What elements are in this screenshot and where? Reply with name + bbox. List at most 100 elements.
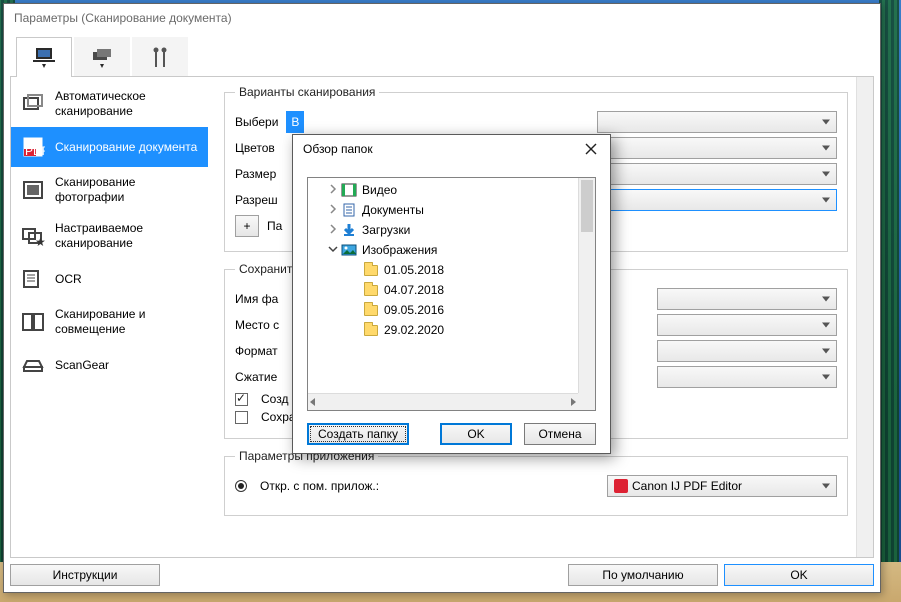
scanner-icon <box>21 353 45 377</box>
stitch-icon <box>21 310 45 334</box>
resolution-label: Разреш <box>235 193 278 207</box>
source-label: Выбери <box>235 115 278 129</box>
compress-combo[interactable] <box>657 366 837 388</box>
location-combo[interactable] <box>657 314 837 336</box>
dialog-ok-button[interactable]: OK <box>440 423 512 445</box>
tab-scan-from-computer[interactable] <box>16 37 72 77</box>
resolution-combo[interactable] <box>597 189 837 211</box>
sidebar-item-ocr[interactable]: OCR <box>11 259 208 299</box>
date-subfolder-checkbox[interactable] <box>235 411 248 424</box>
photo-icon <box>21 178 45 202</box>
sidebar-item-scangear[interactable]: ScanGear <box>11 345 208 385</box>
folder-icon <box>362 325 380 336</box>
processing-label: Па <box>267 219 282 233</box>
pdf-app-icon <box>614 479 628 493</box>
format-combo[interactable] <box>657 340 837 362</box>
video-icon <box>340 183 358 197</box>
window-title: Параметры (Сканирование документа) <box>14 11 232 25</box>
tree-horizontal-scrollbar[interactable] <box>308 393 578 410</box>
tree-node[interactable]: Видео <box>310 180 593 200</box>
laptop-icon <box>31 46 57 70</box>
create-subfolder-label: Созд <box>261 392 288 406</box>
content-scrollbar[interactable] <box>856 77 873 557</box>
sidebar-item-label: ScanGear <box>55 358 109 373</box>
open-with-combo[interactable]: Canon IJ PDF Editor <box>607 475 837 497</box>
tree-node[interactable]: 01.05.2018 <box>310 260 593 280</box>
svg-text:PDF: PDF <box>25 144 45 158</box>
tree-node-label: 04.07.2018 <box>384 283 444 297</box>
tree-node-label: Загрузки <box>362 223 410 237</box>
folder-icon <box>362 305 380 316</box>
button-b[interactable]: В <box>286 111 304 133</box>
folder-icon <box>362 285 380 296</box>
tree-node[interactable]: Загрузки <box>310 220 593 240</box>
sidebar-item-document[interactable]: PDF Сканирование документа <box>11 127 208 167</box>
ok-button[interactable]: OK <box>724 564 874 586</box>
tree-node-label: 01.05.2018 <box>384 263 444 277</box>
close-icon <box>585 143 597 155</box>
ocr-icon <box>21 267 45 291</box>
tree-node-label: Видео <box>362 183 397 197</box>
scan-type-sidebar: Автоматическое сканирование PDF Сканиров… <box>11 77 208 557</box>
open-with-value: Canon IJ PDF Editor <box>632 479 742 493</box>
filename-combo[interactable] <box>657 288 837 310</box>
tree-node-label: Изображения <box>362 243 437 257</box>
defaults-button[interactable]: По умолчанию <box>568 564 718 586</box>
tree-node[interactable]: 04.07.2018 <box>310 280 593 300</box>
stack-icon <box>89 46 115 70</box>
save-options-legend: Сохранит <box>235 262 296 276</box>
img-icon <box>340 243 358 257</box>
open-with-radio[interactable] <box>235 480 247 492</box>
create-subfolder-checkbox[interactable] <box>235 393 248 406</box>
instructions-button[interactable]: Инструкции <box>10 564 160 586</box>
sidebar-item-custom[interactable]: ★ Настраиваемое сканирование <box>11 213 208 259</box>
browse-folders-dialog: Обзор папок Видео Документы Загрузки Изобра… <box>292 134 611 454</box>
compress-label: Сжатие <box>235 370 277 384</box>
expander-icon[interactable] <box>326 243 340 257</box>
tree-node[interactable]: 09.05.2016 <box>310 300 593 320</box>
create-folder-button[interactable]: Создать папку <box>307 423 409 445</box>
open-with-label: Откр. с пом. прилож.: <box>260 479 379 493</box>
auto-scan-icon <box>21 92 45 116</box>
size-combo[interactable] <box>597 163 837 185</box>
sidebar-item-label: Сканирование документа <box>55 140 197 155</box>
folder-tree: Видео Документы Загрузки Изображения 01.05.2… <box>307 177 596 411</box>
location-label: Место с <box>235 318 279 332</box>
expander-icon[interactable] <box>326 203 340 217</box>
expand-button[interactable]: + <box>235 215 259 237</box>
sidebar-item-label: Сканирование фотографии <box>55 175 200 205</box>
tab-general-settings[interactable] <box>132 37 188 77</box>
svg-text:★: ★ <box>35 235 45 248</box>
sidebar-item-auto[interactable]: Автоматическое сканирование <box>11 81 208 127</box>
sidebar-item-stitch[interactable]: Сканирование и совмещение <box>11 299 208 345</box>
tab-scan-from-panel[interactable] <box>74 37 130 77</box>
tree-node[interactable]: Документы <box>310 200 593 220</box>
filename-label: Имя фа <box>235 292 278 306</box>
size-label: Размер <box>235 167 276 181</box>
expander-icon[interactable] <box>326 223 340 237</box>
scroll-corner <box>578 393 595 410</box>
dialog-cancel-button[interactable]: Отмена <box>524 423 596 445</box>
sidebar-item-label: Настраиваемое сканирование <box>55 221 200 251</box>
color-mode-label: Цветов <box>235 141 275 155</box>
tree-node-label: 29.02.2020 <box>384 323 444 337</box>
dialog-title: Обзор папок <box>303 142 373 156</box>
custom-scan-icon: ★ <box>21 224 45 248</box>
sidebar-item-photo[interactable]: Сканирование фотографии <box>11 167 208 213</box>
palm-decoration <box>879 0 899 602</box>
sidebar-item-label: Автоматическое сканирование <box>55 89 146 119</box>
scan-options-legend: Варианты сканирования <box>235 85 379 99</box>
app-options-group: Параметры приложения Откр. с пом. прилож… <box>224 449 848 516</box>
tree-node[interactable]: 29.02.2020 <box>310 320 593 340</box>
window-titlebar: Параметры (Сканирование документа) <box>4 4 880 31</box>
source-combo[interactable] <box>597 111 837 133</box>
close-button[interactable] <box>578 139 604 159</box>
expander-icon[interactable] <box>326 183 340 197</box>
tools-icon <box>147 46 173 70</box>
tree-vertical-scrollbar[interactable] <box>578 178 595 393</box>
color-mode-combo[interactable] <box>597 137 837 159</box>
pdf-icon: PDF <box>21 135 45 159</box>
sidebar-item-label: OCR <box>55 272 82 287</box>
tree-node[interactable]: Изображения <box>310 240 593 260</box>
doc-icon <box>340 203 358 217</box>
